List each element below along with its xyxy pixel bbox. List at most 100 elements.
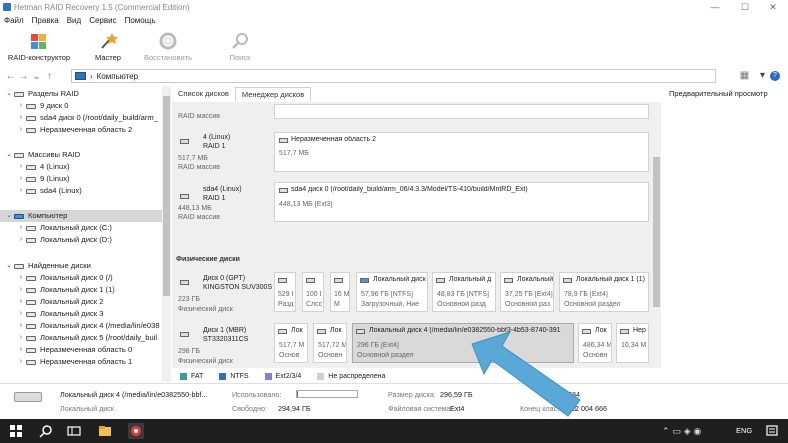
partition-card[interactable]: Локальный д 48,83 ГБ [NTFS] Основной разд <box>432 272 496 312</box>
tree-scrollbar[interactable] <box>162 86 171 382</box>
menu-file[interactable]: Файл <box>4 16 24 25</box>
tree-item[interactable]: › Неразмеченная область 1 <box>16 356 132 368</box>
maximize-button[interactable]: ☐ <box>730 1 760 13</box>
tree-item[interactable]: › Локальный диск (C:) <box>16 222 112 234</box>
tree-raid-arrays[interactable]: ⌄ Массивы RAID <box>4 149 80 161</box>
partition-card[interactable]: Нер 10,34 М <box>616 323 649 363</box>
tree-item[interactable]: › 4 (Linux) <box>16 161 70 173</box>
collapse-icon[interactable]: ⌄ <box>4 210 14 222</box>
raid-builder-button[interactable]: RAID-конструктор <box>0 28 78 66</box>
expand-icon[interactable]: › <box>16 222 26 234</box>
partition-card[interactable]: 16 ММ <box>330 272 350 312</box>
tree-item[interactable]: › sda4 (Linux) <box>16 185 82 197</box>
file-explorer-icon[interactable] <box>97 423 113 439</box>
task-view-icon[interactable] <box>66 423 82 439</box>
collapse-icon[interactable]: ⌄ <box>4 88 14 100</box>
partition-icon <box>563 278 572 283</box>
tree-raid-partitions[interactable]: ⌄ Разделы RAID <box>4 88 79 100</box>
view-dropdown-icon[interactable]: ▾ <box>756 70 769 81</box>
tree-item[interactable]: › Локальный диск 3 <box>16 308 104 320</box>
partition-card[interactable]: sda4 диск 0 (/root/daily_build/arm_06/4.… <box>274 182 649 222</box>
expand-icon[interactable]: › <box>16 185 26 197</box>
keyboard-language[interactable]: ENG <box>736 426 752 435</box>
close-button[interactable]: ✕ <box>758 1 788 13</box>
disk-icon <box>26 287 36 293</box>
dropdown-icon[interactable]: ⌄ <box>30 71 43 82</box>
tree-item[interactable]: › sda4 диск 0 (/root/daily_build/arm_ <box>16 112 158 124</box>
expand-icon[interactable]: › <box>16 320 26 332</box>
computer-icon <box>75 72 86 80</box>
expand-icon[interactable]: › <box>16 344 26 356</box>
expand-icon[interactable]: › <box>16 173 26 185</box>
tree-found-disks[interactable]: ⌄ Найденные диски <box>4 260 91 272</box>
tab-disk-list[interactable]: Список дисков <box>172 87 235 101</box>
menu-edit[interactable]: Правка <box>32 16 59 25</box>
partition-card[interactable]: Лок 517,72 М Основн <box>313 323 347 363</box>
expand-icon[interactable]: › <box>16 296 26 308</box>
tree-item[interactable]: › Локальный диск (D:) <box>16 234 112 246</box>
expand-icon[interactable]: › <box>16 284 26 296</box>
selected-drive-name: Локальный диск 4 (/media/lin/e0382550-bb… <box>60 390 208 399</box>
expand-icon[interactable]: › <box>16 356 26 368</box>
help-icon[interactable]: ? <box>770 71 780 81</box>
search-icon[interactable] <box>38 423 54 439</box>
menu-help[interactable]: Помощь <box>125 16 156 25</box>
manager-scrollbar[interactable] <box>652 102 661 368</box>
scrollbar-thumb[interactable] <box>653 157 660 307</box>
menu-service[interactable]: Сервис <box>89 16 116 25</box>
tree-item[interactable]: › 9 диск 0 <box>16 100 69 112</box>
expand-icon[interactable]: › <box>16 332 26 344</box>
expand-icon[interactable]: › <box>16 100 26 112</box>
minimize-button[interactable]: — <box>700 1 730 13</box>
expand-icon[interactable]: › <box>16 112 26 124</box>
partition-card[interactable]: Неразмеченная область 2 517,7 МБ <box>274 132 649 172</box>
partition-icon <box>279 138 288 143</box>
notification-icon[interactable] <box>764 423 780 439</box>
wizard-button[interactable]: Мастер <box>78 28 138 66</box>
partition-card[interactable]: 100 I Слсс <box>302 272 324 312</box>
up-arrow-icon[interactable]: ↑ <box>43 71 56 82</box>
tree-item[interactable]: › Неразмеченная область 2 <box>16 124 132 136</box>
expand-icon[interactable]: › <box>16 234 26 246</box>
back-arrow-icon[interactable]: ← <box>4 71 17 82</box>
taskbar: ⌃ ▭ ◈ ◉ ENG <box>0 419 788 443</box>
tree-item[interactable]: › Локальный диск 5 (/root/daily_buil <box>16 332 157 344</box>
expand-icon[interactable]: › <box>16 272 26 284</box>
partition-card[interactable]: Локальный диск 57,96 ГБ [NTFS] Загрузочный… <box>356 272 428 312</box>
tree-item[interactable]: › Локальный диск 0 (/) <box>16 272 113 284</box>
expand-icon[interactable]: › <box>16 124 26 136</box>
forward-arrow-icon[interactable]: → <box>17 71 30 82</box>
partition-card[interactable]: 529 I Разд <box>274 272 296 312</box>
scrollbar-thumb[interactable] <box>163 96 170 296</box>
collapse-icon[interactable]: ⌄ <box>4 260 14 272</box>
address-input[interactable]: › Компьютер <box>71 69 716 83</box>
restore-button[interactable]: Восстановить <box>138 28 198 66</box>
tab-bar: Список дисков Менеджер дисков <box>172 87 662 101</box>
tab-disk-manager[interactable]: Менеджер дисков <box>234 87 312 101</box>
expand-icon[interactable]: › <box>16 308 26 320</box>
tree-item[interactable]: › Неразмеченная область 0 <box>16 344 132 356</box>
fs-value: Ext4 <box>450 404 465 413</box>
partition-card[interactable]: Лок 517,7 М Основ <box>274 323 308 363</box>
toolbar: RAID-конструктор Мастер Восстановить Пои… <box>0 28 788 66</box>
raid-recovery-taskbar-icon[interactable] <box>128 423 144 439</box>
expand-icon[interactable]: › <box>16 161 26 173</box>
partition-card[interactable]: Локальный 37,25 ГБ [Ext4] Основной раз <box>500 272 554 312</box>
search-button[interactable]: Поиск <box>210 28 270 66</box>
disk-icon <box>26 188 36 194</box>
partition-card[interactable]: Локальный диск 1 (1) 78,9 ГБ [Ext4] Основн… <box>559 272 649 312</box>
tree-item[interactable]: › 9 (Linux) <box>16 173 70 185</box>
system-tray-icons[interactable]: ⌃ ▭ ◈ ◉ <box>660 423 720 439</box>
tree-item[interactable]: › Локальный диск 4 (/media/lin/e038 <box>16 320 160 332</box>
partition-card[interactable] <box>274 104 649 119</box>
collapse-icon[interactable]: ⌄ <box>4 149 14 161</box>
disk-icon <box>26 115 36 121</box>
tree-computer[interactable]: ⌄ Компьютер <box>0 210 162 222</box>
tree-item[interactable]: › Локальный диск 1 (1) <box>16 284 115 296</box>
menu-view[interactable]: Вид <box>67 16 81 25</box>
disk-model: ST3320311CS <box>203 336 249 343</box>
tree-item[interactable]: › Локальный диск 2 <box>16 296 104 308</box>
view-mode-icon[interactable]: ▦ <box>738 70 751 81</box>
partition-icon <box>360 278 369 283</box>
windows-start-icon[interactable] <box>8 423 24 439</box>
